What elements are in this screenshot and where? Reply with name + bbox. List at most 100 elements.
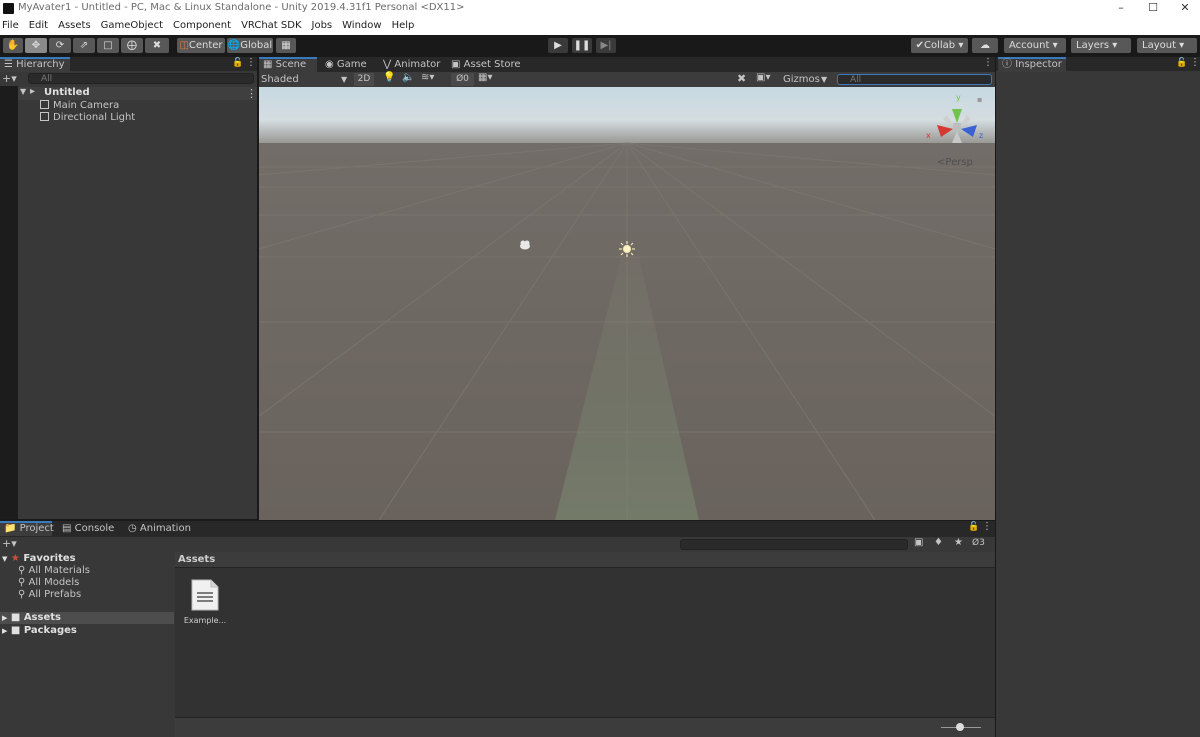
- tab-scene-label: Scene: [275, 59, 307, 70]
- menu-vrchat-sdk[interactable]: VRChat SDK: [241, 17, 301, 35]
- folder-row-assets[interactable]: ▶ ■ Assets: [0, 612, 174, 624]
- pivot-global-button[interactable]: 🌐Global: [227, 38, 273, 53]
- project-search-input[interactable]: [680, 539, 908, 550]
- tab-console[interactable]: ▤ Console: [58, 521, 114, 536]
- step-button[interactable]: ▶|: [596, 38, 616, 53]
- tools-icon[interactable]: ✖: [737, 72, 746, 85]
- hidden-packages-toggle[interactable]: Ø3: [972, 538, 985, 548]
- collab-label: Collab: [924, 40, 956, 51]
- inspector-menu-icon[interactable]: ⋮: [1190, 57, 1200, 68]
- expand-arrow-icon[interactable]: ▶: [2, 627, 7, 635]
- hand-tool-icon[interactable]: ✋: [3, 38, 23, 53]
- favorites-row[interactable]: ▼ ★ Favorites: [2, 553, 76, 565]
- tab-animator[interactable]: ⋁ Animator: [379, 57, 440, 72]
- search-by-label-icon[interactable]: ♦: [934, 537, 943, 548]
- menu-gameobject[interactable]: GameObject: [101, 17, 163, 35]
- tab-project[interactable]: 📁 Project: [0, 521, 54, 536]
- lighting-toggle-icon[interactable]: 💡: [383, 72, 395, 83]
- expand-arrow-icon[interactable]: ▶: [2, 614, 7, 622]
- gizmos-dropdown[interactable]: Gizmos ▼: [781, 73, 831, 86]
- close-icon[interactable]: ✕: [1168, 0, 1200, 17]
- project-lock-icon[interactable]: 🔓: [968, 522, 979, 532]
- tab-asset-store-label: Asset Store: [463, 59, 521, 70]
- tab-hierarchy-label: Hierarchy: [16, 59, 65, 70]
- scene-menu-icon[interactable]: ⋮: [246, 87, 257, 100]
- menu-file[interactable]: File: [2, 17, 19, 35]
- grid-icon: ▦: [263, 59, 273, 70]
- mode-2d-label: 2D: [357, 74, 371, 84]
- audio-toggle-icon[interactable]: 🔈: [402, 72, 414, 83]
- favorite-label: All Models: [28, 577, 80, 588]
- favorite-all-models[interactable]: ⚲ All Models: [18, 577, 79, 589]
- gizmo-lock-icon[interactable]: ▪: [977, 95, 982, 104]
- menu-window[interactable]: Window: [342, 17, 381, 35]
- transform-tool-icon[interactable]: ⨁: [121, 38, 143, 53]
- maximize-icon[interactable]: ☐: [1136, 0, 1170, 17]
- layers-label: Layers: [1076, 40, 1110, 51]
- hierarchy-item-label: Directional Light: [53, 112, 136, 123]
- tab-asset-store[interactable]: ▣ Asset Store: [447, 57, 521, 72]
- scene-search-input[interactable]: All: [837, 74, 992, 85]
- expand-arrow-icon[interactable]: ▼: [20, 87, 26, 96]
- grid-snap-icon[interactable]: ▦: [276, 38, 296, 53]
- favorite-label: All Prefabs: [28, 589, 82, 600]
- favorite-all-prefabs[interactable]: ⚲ All Prefabs: [18, 589, 81, 601]
- layout-dropdown[interactable]: Layout ▾: [1137, 38, 1197, 53]
- rotate-tool-icon[interactable]: ⟳: [49, 38, 71, 53]
- layers-dropdown[interactable]: Layers ▾: [1071, 38, 1131, 53]
- favorite-star-icon[interactable]: ★: [954, 537, 963, 548]
- breadcrumb-assets[interactable]: Assets: [178, 554, 215, 565]
- scene-viewport[interactable]: y x z ▪ <Persp: [259, 87, 995, 520]
- move-tool-icon[interactable]: ✥: [25, 38, 47, 53]
- cloud-icon[interactable]: ☁: [972, 38, 998, 53]
- scene-search-placeholder: All: [850, 75, 862, 85]
- hierarchy-search-input[interactable]: All: [28, 73, 254, 84]
- project-menu-icon[interactable]: ⋮: [982, 521, 992, 532]
- hierarchy-item-directional-light[interactable]: Directional Light: [40, 112, 135, 124]
- grid-settings-icon[interactable]: ▦▾: [478, 72, 492, 83]
- hidden-objects-toggle[interactable]: Ø0: [451, 73, 474, 86]
- effects-dropdown-icon[interactable]: ≋▾: [421, 72, 434, 83]
- gizmos-label: Gizmos: [783, 74, 820, 85]
- icon-size-slider-thumb[interactable]: [956, 723, 964, 731]
- asset-item[interactable]: Example...: [183, 576, 227, 628]
- menu-assets[interactable]: Assets: [58, 17, 91, 35]
- collab-dropdown[interactable]: ✔Collab ▾: [911, 38, 968, 53]
- search-by-type-icon[interactable]: ▣: [914, 537, 923, 548]
- tab-animation[interactable]: ◷ Animation: [124, 521, 191, 536]
- custom-tool-icon[interactable]: ✖: [145, 38, 169, 53]
- rect-tool-icon[interactable]: □: [97, 38, 119, 53]
- scene-tabs-bar: ▦ Scene ◉ Game ⋁ Animator ▣ Asset Store …: [259, 57, 995, 72]
- camera-dropdown-icon[interactable]: ▣▾: [756, 72, 770, 83]
- hierarchy-item-main-camera[interactable]: Main Camera: [40, 100, 119, 112]
- tab-inspector[interactable]: ⓘ Inspector: [998, 57, 1066, 72]
- project-add-button[interactable]: +▾: [2, 537, 17, 550]
- tab-scene[interactable]: ▦ Scene: [259, 57, 317, 72]
- menu-help[interactable]: Help: [392, 17, 415, 35]
- account-dropdown[interactable]: Account ▾: [1004, 38, 1066, 53]
- favorite-all-materials[interactable]: ⚲ All Materials: [18, 565, 90, 577]
- menu-component[interactable]: Component: [173, 17, 231, 35]
- lock-icon[interactable]: 🔓: [232, 58, 243, 68]
- expand-arrow-icon[interactable]: ▼: [2, 555, 7, 563]
- scene-panel-menu-icon[interactable]: ⋮: [983, 57, 993, 68]
- tab-animation-label: Animation: [139, 523, 191, 534]
- tab-hierarchy[interactable]: ☰ Hierarchy: [0, 57, 70, 72]
- menu-jobs[interactable]: Jobs: [312, 17, 333, 35]
- inspector-lock-icon[interactable]: 🔓: [1176, 58, 1187, 68]
- folder-row-packages[interactable]: ▶ ■ Packages: [2, 625, 77, 637]
- pause-button[interactable]: ❚❚: [572, 38, 592, 53]
- tab-game[interactable]: ◉ Game: [321, 57, 367, 72]
- minimize-icon[interactable]: –: [1104, 0, 1138, 17]
- mode-2d-toggle[interactable]: 2D: [354, 73, 374, 86]
- scale-tool-icon[interactable]: ⇗: [73, 38, 95, 53]
- pivot-center-button[interactable]: ◫Center: [177, 38, 225, 53]
- scene-row[interactable]: ▼ ▸ Untitled ⋮: [18, 86, 257, 100]
- panel-menu-icon[interactable]: ⋮: [246, 57, 256, 68]
- menu-bar: File Edit Assets GameObject Component VRChat …: [0, 17, 1200, 35]
- play-button[interactable]: ▶: [548, 38, 568, 53]
- menu-edit[interactable]: Edit: [29, 17, 48, 35]
- persp-toggle[interactable]: <Persp: [937, 157, 973, 168]
- shading-mode-dropdown[interactable]: Shaded ▼: [261, 73, 351, 86]
- add-dropdown-button[interactable]: +▾: [2, 72, 17, 85]
